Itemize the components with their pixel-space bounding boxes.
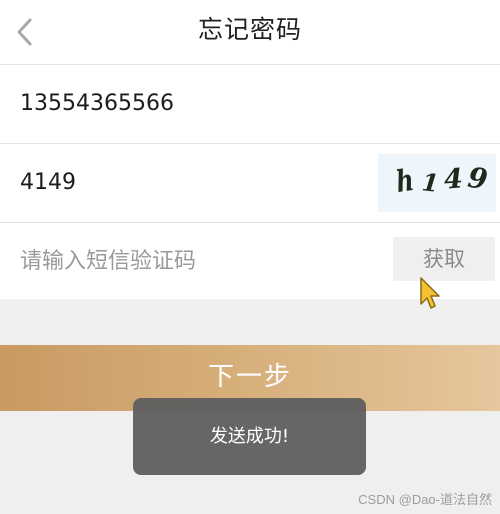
header-bar: 忘记密码: [0, 0, 500, 64]
sms-code-input[interactable]: 请输入短信验证码: [20, 223, 196, 301]
captcha-image[interactable]: h 1 4 9: [378, 154, 496, 212]
phone-row: 13554365566: [0, 65, 500, 143]
captcha-char: h: [393, 162, 416, 201]
get-sms-code-button[interactable]: 获取: [393, 237, 495, 281]
phone-input[interactable]: 13554365566: [20, 65, 174, 143]
captcha-char: 9: [465, 160, 490, 197]
watermark: CSDN @Dao-道法自然: [358, 492, 492, 507]
chevron-left-icon: [17, 18, 32, 46]
captcha-char: 1: [420, 167, 441, 198]
image-code-row: 4149 h 1 4 9: [0, 144, 500, 222]
toast-message: 发送成功!: [133, 398, 366, 475]
captcha-char: 4: [442, 163, 464, 196]
back-button[interactable]: [10, 14, 42, 50]
mouse-cursor-icon: [420, 277, 440, 309]
image-code-input[interactable]: 4149: [20, 144, 76, 222]
page-title: 忘记密码: [197, 15, 302, 44]
